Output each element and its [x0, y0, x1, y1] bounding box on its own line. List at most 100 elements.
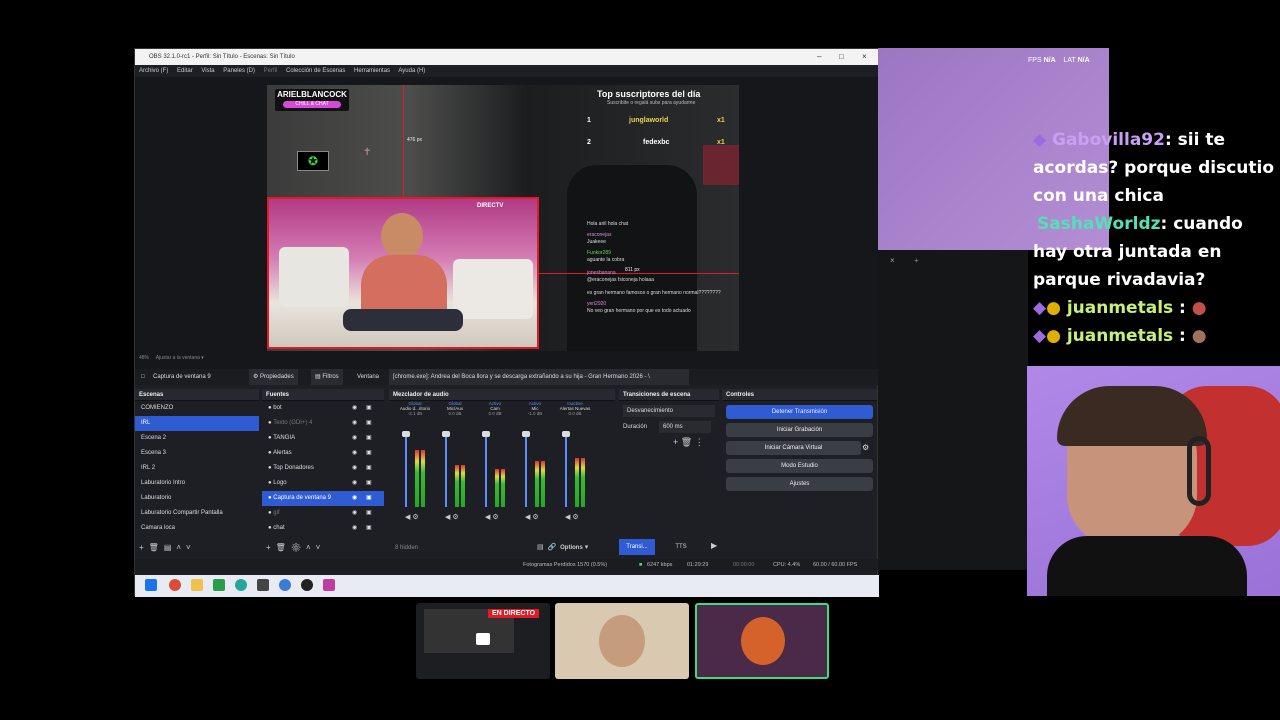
- lock-icon[interactable]: ▣: [366, 461, 372, 476]
- scene-thumbnail-guest[interactable]: [555, 603, 689, 679]
- menu-coleccion[interactable]: Colección de Escenas: [286, 68, 345, 74]
- tab-tts[interactable]: TTS: [669, 539, 693, 555]
- mixer-layout-icon[interactable]: ▤: [537, 544, 544, 551]
- window-select[interactable]: [chrome.exe]: Andrea del Boca llora y se…: [389, 369, 689, 385]
- mute-icon[interactable]: ◀ ⚙: [565, 513, 579, 521]
- scene-thumbnail-logo[interactable]: [695, 603, 829, 679]
- duration-input[interactable]: 600 ms: [659, 421, 711, 433]
- scene-thumbnail-live[interactable]: EN DIRECTO: [416, 603, 550, 679]
- virtual-camera-settings-icon[interactable]: ⚙: [862, 443, 869, 452]
- visibility-eye-icon[interactable]: ◉: [352, 476, 357, 491]
- fader-handle[interactable]: [522, 431, 530, 437]
- lock-icon[interactable]: ▣: [366, 401, 372, 416]
- app-icon[interactable]: [213, 579, 225, 591]
- tab-scroll-right-icon[interactable]: ▶: [711, 541, 717, 550]
- scene-item[interactable]: Laburatorio: [135, 491, 259, 506]
- menu-paneles[interactable]: Paneles (D): [223, 68, 255, 74]
- menu-editar[interactable]: Editar: [177, 68, 193, 74]
- studio-mode-button[interactable]: Modo Estudio: [726, 459, 873, 473]
- more-icon[interactable]: ⋮: [695, 437, 704, 447]
- source-item[interactable]: ● Texto (GDI+) 4 ◉ ▣: [262, 416, 384, 431]
- sources-toolbar[interactable]: +🗑⚙˄˅: [266, 543, 325, 552]
- visibility-eye-icon[interactable]: ◉: [352, 401, 357, 416]
- visibility-eye-icon[interactable]: ◉: [352, 431, 357, 446]
- chat-username[interactable]: SashaWorldz: [1037, 214, 1161, 234]
- source-item[interactable]: ● gif ◉ ▣: [262, 506, 384, 521]
- lock-icon[interactable]: ▣: [366, 431, 372, 446]
- chat-username[interactable]: juanmetals: [1067, 298, 1173, 318]
- source-item[interactable]: ● Captura de ventana 9 ◉ ▣: [262, 491, 384, 506]
- source-item[interactable]: ● Alertas ◉ ▣: [262, 446, 384, 461]
- explorer-icon[interactable]: [191, 579, 203, 591]
- stop-stream-button[interactable]: Detener Transmisión: [726, 405, 873, 419]
- volume-fader[interactable]: [485, 431, 487, 507]
- whatsapp-icon[interactable]: [235, 579, 247, 591]
- options-button[interactable]: Options: [560, 545, 583, 551]
- scene-item[interactable]: Escena 3: [135, 446, 259, 461]
- properties-button[interactable]: ⚙ Propiedades: [249, 369, 298, 385]
- obs-icon[interactable]: [301, 579, 313, 591]
- fader-handle[interactable]: [482, 431, 490, 437]
- mute-icon[interactable]: ◀ ⚙: [485, 513, 499, 521]
- visibility-eye-icon[interactable]: ◉: [352, 491, 357, 506]
- chrome-icon[interactable]: [169, 579, 181, 591]
- scene-item[interactable]: COMIENZO: [135, 401, 259, 416]
- scene-item[interactable]: Laburatorio Compartir Pantalla: [135, 506, 259, 521]
- fader-handle[interactable]: [402, 431, 410, 437]
- mixer-link-icon[interactable]: 🔗: [548, 544, 557, 551]
- new-tab-icon[interactable]: +: [914, 256, 919, 265]
- scene-item[interactable]: Camara loca: [135, 521, 259, 536]
- chat-username[interactable]: Gabovilla92: [1052, 130, 1165, 150]
- add-icon[interactable]: +: [673, 437, 678, 447]
- minimize-icon[interactable]: –: [817, 49, 821, 65]
- zoom-level[interactable]: 48% Ajustar a la ventana ▾: [139, 355, 204, 361]
- start-recording-button[interactable]: Iniciar Grabación: [726, 423, 873, 437]
- menu-archivo[interactable]: Archivo (F): [139, 68, 168, 74]
- scene-item[interactable]: IRL 2: [135, 461, 259, 476]
- close-icon[interactable]: ×: [862, 49, 867, 65]
- scene-item[interactable]: Laburatorio Intro: [135, 476, 259, 491]
- menu-vista[interactable]: Vista: [201, 68, 214, 74]
- lock-icon[interactable]: ▣: [366, 446, 372, 461]
- lock-icon[interactable]: ▣: [366, 491, 372, 506]
- fader-handle[interactable]: [562, 431, 570, 437]
- volume-fader[interactable]: [445, 431, 447, 507]
- lock-icon[interactable]: ▣: [366, 506, 372, 521]
- visibility-eye-icon[interactable]: ◉: [352, 446, 357, 461]
- start-icon[interactable]: [145, 579, 157, 591]
- trash-icon[interactable]: 🗑: [681, 437, 692, 447]
- filters-button[interactable]: ▤ Filtros: [311, 369, 343, 385]
- virtual-camera-button[interactable]: Iniciar Cámara Virtual: [726, 441, 861, 455]
- visibility-eye-icon[interactable]: ◉: [352, 461, 357, 476]
- visibility-eye-icon[interactable]: ◉: [352, 506, 357, 521]
- fit-dropdown[interactable]: Ajustar a la ventana: [156, 355, 200, 361]
- mute-icon[interactable]: ◀ ⚙: [445, 513, 459, 521]
- lock-icon[interactable]: ▣: [366, 476, 372, 491]
- source-item[interactable]: ● Top Donadores ◉ ▣: [262, 461, 384, 476]
- edge-icon[interactable]: [279, 579, 291, 591]
- panel-close-icon[interactable]: ×: [890, 256, 895, 265]
- menu-herramientas[interactable]: Herramientas: [354, 68, 390, 74]
- visibility-eye-icon[interactable]: ◉: [352, 416, 357, 431]
- terminal-icon[interactable]: [257, 579, 269, 591]
- scene-item[interactable]: IRL: [135, 416, 259, 431]
- menu-perfil[interactable]: Perfil: [264, 68, 278, 74]
- lock-icon[interactable]: ▣: [366, 416, 372, 431]
- source-item[interactable]: ● Logo ◉ ▣: [262, 476, 384, 491]
- app-icon[interactable]: [323, 579, 335, 591]
- fader-handle[interactable]: [442, 431, 450, 437]
- maximize-icon[interactable]: □: [839, 49, 844, 65]
- mute-icon[interactable]: ◀ ⚙: [525, 513, 539, 521]
- settings-button[interactable]: Ajustes: [726, 477, 873, 491]
- menu-ayuda[interactable]: Ayuda (H): [398, 68, 425, 74]
- preview-canvas[interactable]: ARIELBLANCOCK CHILL & CHAT ✪ ✝ 476 px 81…: [267, 85, 739, 351]
- source-item[interactable]: ● bot ◉ ▣: [262, 401, 384, 416]
- transition-select[interactable]: Desvanecimiento: [623, 405, 715, 417]
- volume-fader[interactable]: [565, 431, 567, 507]
- volume-fader[interactable]: [405, 431, 407, 507]
- source-item[interactable]: ● TANGIA ◉ ▣: [262, 431, 384, 446]
- visibility-eye-icon[interactable]: ◉: [352, 521, 357, 536]
- chat-username[interactable]: juanmetals: [1067, 326, 1173, 346]
- mute-icon[interactable]: ◀ ⚙: [405, 513, 419, 521]
- scene-item[interactable]: Escena 2: [135, 431, 259, 446]
